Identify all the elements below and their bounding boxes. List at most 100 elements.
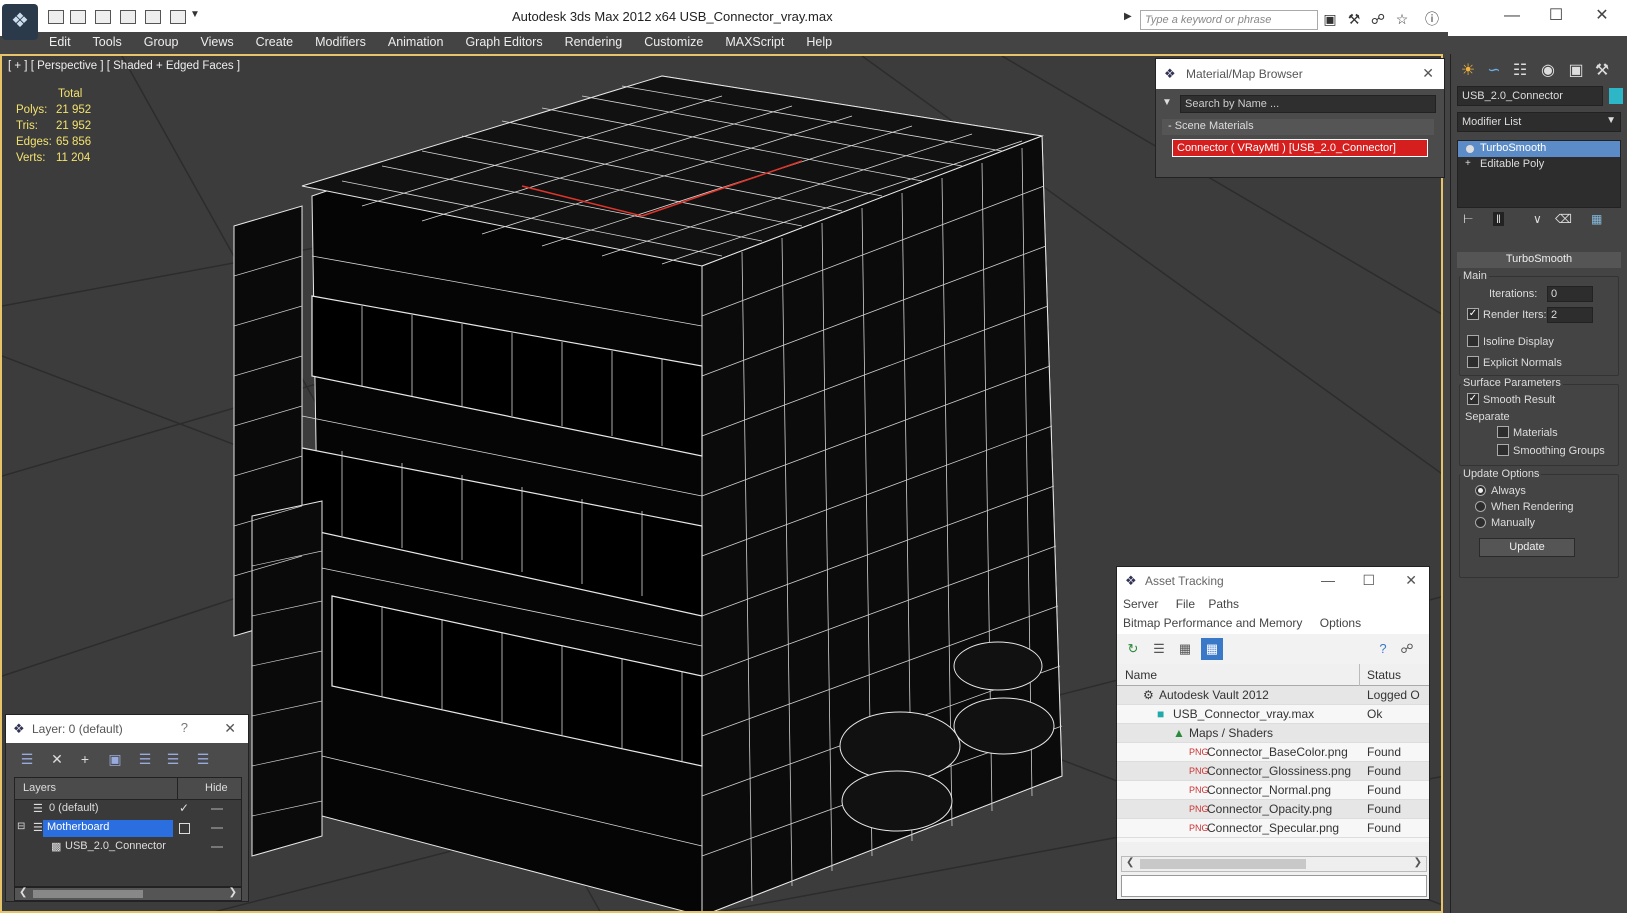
current-layer-check-icon[interactable]: ✓ <box>179 801 189 815</box>
open-file-icon[interactable] <box>70 10 86 24</box>
project-folder-icon[interactable] <box>170 10 186 24</box>
scroll-right-icon[interactable]: ❯ <box>229 887 237 898</box>
always-radio[interactable] <box>1475 485 1486 496</box>
table-row[interactable]: PNG Connector_Glossiness.png Found <box>1117 762 1429 781</box>
menu-rendering[interactable]: Rendering <box>554 32 634 52</box>
update-button[interactable]: Update <box>1479 538 1575 557</box>
material-search-input[interactable]: Search by Name ... <box>1180 95 1436 113</box>
close-icon[interactable]: ✕ <box>1588 6 1616 26</box>
subscription-icon[interactable]: ⚒ <box>1346 11 1362 27</box>
hide-toggle[interactable] <box>211 808 223 810</box>
show-end-result-icon[interactable]: ‖ <box>1493 212 1504 226</box>
object-color-swatch[interactable] <box>1609 88 1623 104</box>
table-row[interactable]: ■ USB_Connector_vray.max Ok <box>1117 705 1429 724</box>
context-help-icon[interactable]: ☍ <box>1399 641 1415 657</box>
hide-toggle[interactable] <box>211 827 223 829</box>
menu-options[interactable]: Options <box>1320 616 1361 630</box>
iterations-spinner[interactable]: 0 <box>1547 286 1593 302</box>
thumbnail-view-icon[interactable]: ▦ <box>1177 641 1193 657</box>
menu-customize[interactable]: Customize <box>633 32 714 52</box>
material-item[interactable]: Connector ( VRayMtl ) [USB_2.0_Connector… <box>1172 139 1428 157</box>
remove-modifier-icon[interactable]: ⌫ <box>1555 212 1572 226</box>
menu-group[interactable]: Group <box>133 32 190 52</box>
explicit-normals-checkbox[interactable] <box>1467 356 1479 368</box>
new-layer-icon[interactable]: ☰ <box>18 751 36 769</box>
object-name-field[interactable]: USB_2.0_Connector <box>1457 86 1603 106</box>
layer-row-default[interactable]: ☰ 0 (default) ✓ <box>15 800 241 819</box>
lightbulb-icon[interactable] <box>1466 145 1474 153</box>
scroll-left-icon[interactable]: ❮ <box>19 887 27 898</box>
scroll-thumb[interactable] <box>33 890 143 898</box>
table-row[interactable]: PNG Connector_BaseColor.png Found <box>1117 743 1429 762</box>
menu-maxscript[interactable]: MAXScript <box>714 32 795 52</box>
table-row[interactable]: ▲ Maps / Shaders <box>1117 724 1429 743</box>
table-row[interactable]: PNG Connector_Opacity.png Found <box>1117 800 1429 819</box>
hide-toggle[interactable] <box>211 846 223 848</box>
layer-row-usb-connector[interactable]: ▩ USB_2.0_Connector <box>15 838 241 857</box>
col-hide-header[interactable]: Hide <box>201 781 232 798</box>
stack-item-turbosmooth[interactable]: TurboSmooth <box>1458 141 1620 157</box>
col-status-header[interactable]: Status <box>1367 668 1401 682</box>
refresh-icon[interactable]: ↻ <box>1125 641 1141 657</box>
scroll-thumb[interactable] <box>1140 859 1306 869</box>
create-tab-icon[interactable]: ☀ <box>1457 60 1479 82</box>
save-file-icon[interactable] <box>95 10 111 24</box>
undo-icon[interactable] <box>120 10 136 24</box>
hierarchy-tab-icon[interactable]: ☷ <box>1509 60 1531 82</box>
col-name-header[interactable]: Name <box>1125 668 1157 682</box>
table-row[interactable]: ⚙ Autodesk Vault 2012 Logged O <box>1117 686 1429 705</box>
pin-stack-icon[interactable]: ⊢ <box>1463 212 1473 226</box>
utilities-tab-icon[interactable]: ⚒ <box>1591 60 1613 82</box>
col-layers-header[interactable]: Layers <box>19 781 60 798</box>
set-current-box[interactable] <box>179 823 190 834</box>
add-to-layer-icon[interactable]: + <box>76 751 94 769</box>
table-row[interactable]: PNG Connector_Specular.png Found <box>1117 819 1429 838</box>
usb-connector-model[interactable] <box>233 75 1063 913</box>
menu-tools[interactable]: Tools <box>82 32 133 52</box>
horizontal-scrollbar[interactable]: ❮ ❯ <box>1121 856 1427 872</box>
minimize-icon[interactable]: — <box>1321 572 1335 588</box>
asset-path-field[interactable] <box>1121 875 1427 897</box>
materials-checkbox[interactable] <box>1497 426 1509 438</box>
configure-sets-icon[interactable]: ▦ <box>1591 212 1602 226</box>
render-iters-spinner[interactable]: 2 <box>1547 307 1593 323</box>
manually-radio[interactable] <box>1475 517 1486 528</box>
maximize-icon[interactable]: ☐ <box>1362 572 1375 589</box>
render-iters-checkbox[interactable]: ✓ <box>1467 308 1479 320</box>
table-view-icon[interactable]: ▦ <box>1201 638 1223 660</box>
menu-file[interactable]: File <box>1176 597 1195 611</box>
help-icon[interactable]: ? <box>181 720 188 735</box>
modify-tab-icon[interactable]: ∽ <box>1483 60 1505 82</box>
menu-graph-editors[interactable]: Graph Editors <box>454 32 553 52</box>
redo-icon[interactable] <box>145 10 161 24</box>
scene-materials-section[interactable]: - Scene Materials <box>1162 119 1434 135</box>
new-scene-icon[interactable] <box>48 10 64 24</box>
close-icon[interactable]: ✕ <box>1422 65 1434 82</box>
freeze-all-icon[interactable]: ☰ <box>194 751 212 769</box>
favorites-star-icon[interactable]: ☆ <box>1394 11 1410 27</box>
display-tab-icon[interactable]: ▣ <box>1565 60 1587 82</box>
binoculars-icon[interactable]: ▣ <box>1322 11 1338 27</box>
modifier-list-dropdown[interactable]: Modifier List ▼ <box>1457 112 1621 132</box>
scroll-left-icon[interactable]: ❮ <box>1126 857 1134 868</box>
table-row[interactable]: PNG Connector_Normal.png Found <box>1117 781 1429 800</box>
menu-edit[interactable]: Edit <box>38 32 82 52</box>
search-arrow-icon[interactable]: ▶ <box>1124 11 1132 22</box>
close-icon[interactable]: ✕ <box>224 720 236 737</box>
horizontal-scrollbar[interactable]: ❮ ❯ <box>14 887 242 901</box>
delete-layer-icon[interactable]: ✕ <box>48 751 66 769</box>
expand-plus-icon[interactable]: + <box>1465 158 1471 169</box>
keyword-search-input[interactable]: Type a keyword or phrase <box>1140 10 1318 30</box>
smoothing-groups-checkbox[interactable] <box>1497 444 1509 456</box>
quick-access-dropdown-icon[interactable]: ▼ <box>190 9 200 20</box>
highlight-layer-icon[interactable]: ☰ <box>136 751 154 769</box>
viewport-label[interactable]: [ + ] [ Perspective ] [ Shaded + Edged F… <box>8 60 240 72</box>
collapse-minus-icon[interactable]: ⊟ <box>17 821 25 832</box>
motion-tab-icon[interactable]: ◉ <box>1537 60 1559 82</box>
communication-icon[interactable]: ☍ <box>1370 11 1386 27</box>
select-objects-icon[interactable]: ▣ <box>106 751 124 769</box>
turbosmooth-rollout[interactable]: TurboSmooth <box>1457 252 1621 268</box>
menu-server[interactable]: Server <box>1123 597 1158 611</box>
menu-create[interactable]: Create <box>245 32 305 52</box>
menu-paths[interactable]: Paths <box>1208 597 1239 611</box>
